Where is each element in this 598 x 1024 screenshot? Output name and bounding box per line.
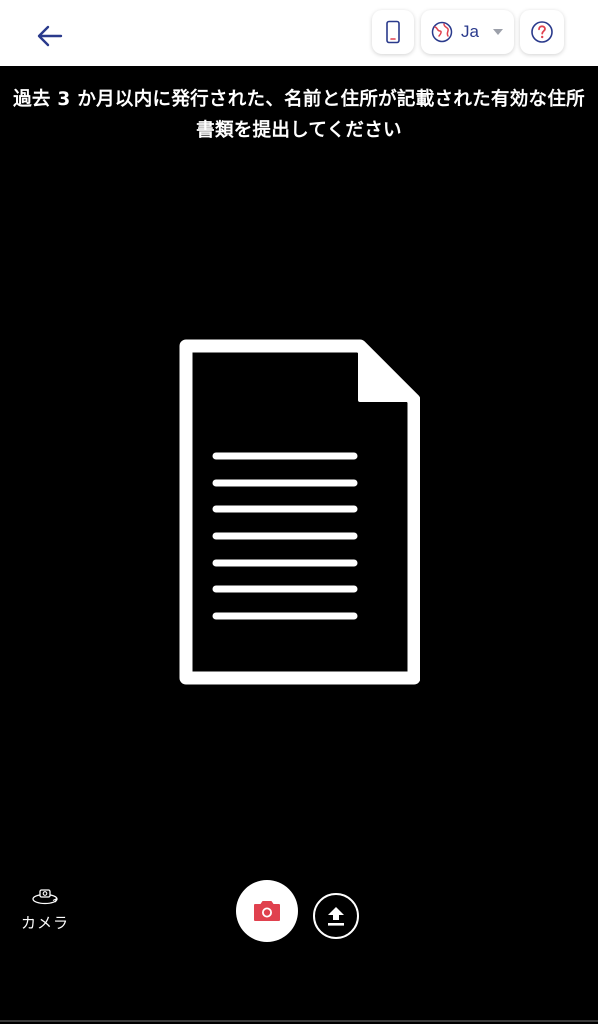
document-illustration — [178, 338, 421, 692]
switch-camera-button[interactable]: カメラ — [14, 888, 76, 933]
switch-device-button[interactable] — [372, 10, 414, 54]
instruction-line-1: 過去 3 か月以内に発行された、名前と住所が記載された有効な住所 — [13, 89, 585, 110]
mobile-phone-icon — [386, 20, 400, 44]
camera-icon — [254, 901, 280, 921]
instruction-text: 過去 3 か月以内に発行された、名前と住所が記載された有効な住所 書類を提出して… — [0, 84, 598, 146]
top-bar: Ja — [0, 0, 598, 66]
back-button[interactable] — [28, 16, 72, 56]
language-selector[interactable]: Ja — [421, 10, 514, 54]
capture-button[interactable] — [236, 880, 298, 942]
globe-icon — [431, 21, 453, 43]
arrow-left-icon — [37, 25, 63, 47]
caret-down-icon — [492, 29, 503, 35]
upload-icon — [328, 907, 344, 926]
help-button[interactable] — [520, 10, 564, 54]
camera-label: カメラ — [20, 914, 69, 932]
upload-button[interactable] — [313, 893, 359, 939]
question-circle-icon — [531, 21, 553, 43]
instruction-line-2: 書類を提出してください — [196, 120, 402, 141]
language-label: Ja — [461, 22, 479, 41]
bottom-divider — [0, 1020, 598, 1022]
camera-switch-icon — [32, 889, 58, 905]
document-icon — [179, 339, 421, 685]
